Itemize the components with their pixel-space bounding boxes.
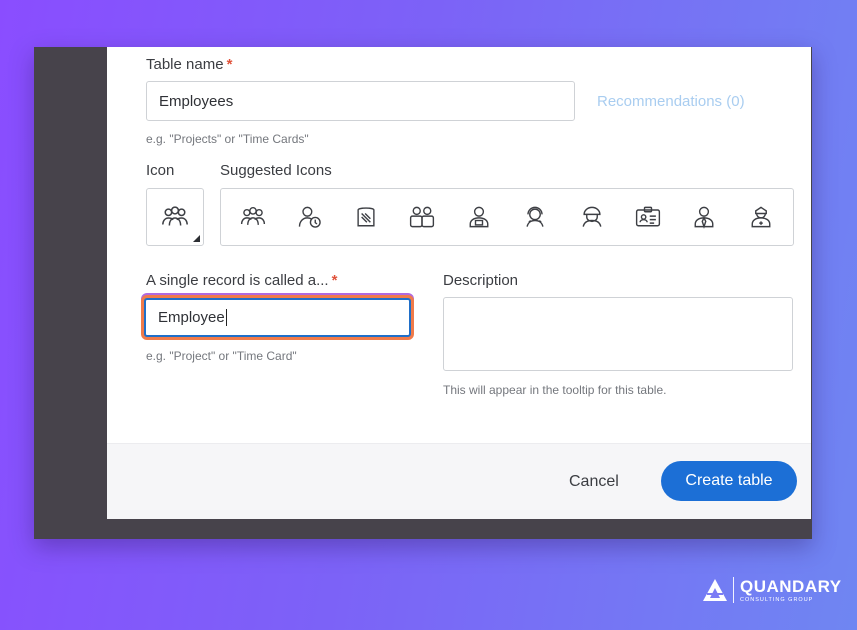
quandary-logo-icon [703, 579, 727, 601]
table-name-hint: e.g. "Projects" or "Time Cards" [146, 132, 309, 146]
recommendations-link[interactable]: Recommendations (0) [597, 93, 745, 110]
single-record-label: A single record is called a... * [146, 272, 338, 289]
description-hint: This will appear in the tooltip for this… [443, 383, 667, 397]
suggested-icon-people-group[interactable] [237, 201, 269, 233]
suggested-icon-user-clock[interactable] [294, 201, 326, 233]
create-table-dialog: Table name * Employees Recommendations (0… [107, 47, 811, 519]
users-card-icon [410, 206, 435, 228]
table-name-label: Table name * [146, 56, 233, 73]
suggested-icons-label: Suggested Icons [220, 162, 332, 179]
required-mark: * [226, 56, 233, 73]
people-group-icon [162, 206, 188, 226]
description-label: Description [443, 272, 519, 289]
table-name-value: Employees [159, 92, 234, 110]
cancel-button[interactable]: Cancel [555, 466, 633, 498]
description-textarea[interactable] [443, 297, 793, 371]
dialog-footer: Cancel Create table [107, 443, 811, 519]
user-clock-icon [298, 206, 321, 228]
suggested-icon-user-lock[interactable] [463, 201, 495, 233]
suggested-icon-user-hardhat[interactable] [576, 201, 608, 233]
icon-picker-button[interactable] [146, 188, 204, 246]
single-record-value: Employee [158, 309, 225, 326]
suggested-icon-user-tie[interactable] [688, 201, 720, 233]
user-tie-icon [694, 206, 714, 229]
user-hardhat-icon [582, 206, 601, 227]
brand-logo: QUANDARY CONSULTING GROUP [702, 577, 842, 603]
text-caret [225, 309, 227, 326]
suggested-icon-document[interactable] [350, 201, 382, 233]
people-group-icon [241, 207, 266, 225]
suggested-icon-user-headset[interactable] [519, 201, 551, 233]
brand-name: QUANDARY [740, 576, 842, 596]
brand-divider [733, 577, 734, 603]
single-record-hint: e.g. "Project" or "Time Card" [146, 349, 297, 363]
user-lock-icon [469, 206, 489, 228]
id-card-icon [635, 206, 660, 227]
suggested-icon-users-card[interactable] [406, 201, 438, 233]
suggested-icon-user-nurse[interactable] [745, 201, 777, 233]
brand-tagline: CONSULTING GROUP [740, 596, 814, 603]
table-name-input[interactable]: Employees [146, 81, 575, 121]
single-record-input[interactable]: Employee [144, 298, 411, 337]
create-table-button[interactable]: Create table [661, 461, 797, 501]
suggested-icon-id-card[interactable] [632, 201, 664, 233]
required-mark: * [331, 272, 338, 289]
icon-label: Icon [146, 162, 175, 179]
suggested-icons-list [220, 188, 794, 246]
user-headset-icon [526, 206, 544, 227]
dropdown-corner-icon [193, 235, 200, 242]
document-icon [357, 207, 375, 227]
user-nurse-icon [751, 206, 771, 228]
